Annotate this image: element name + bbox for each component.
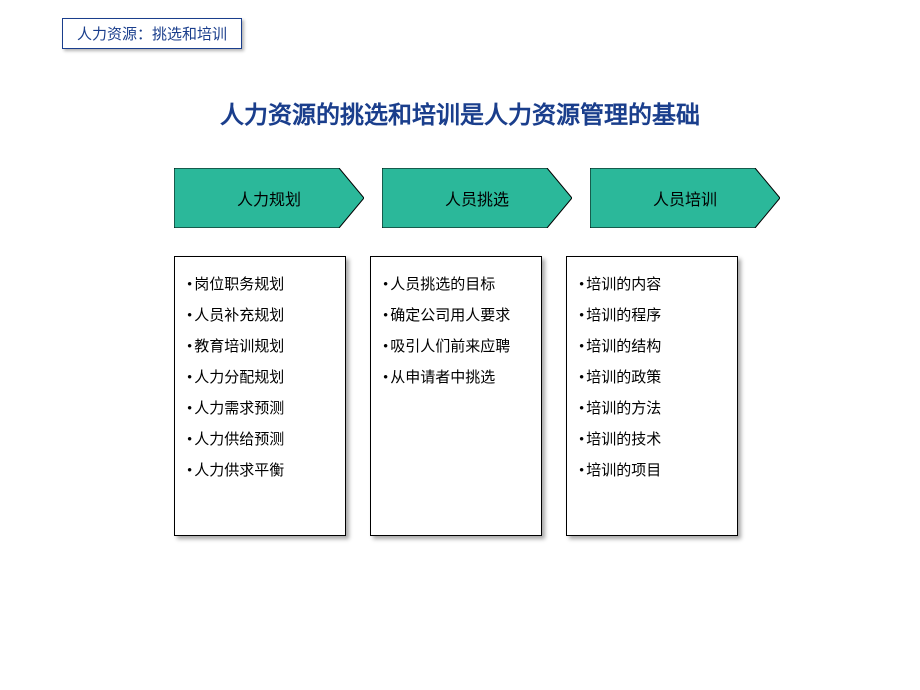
list-item: 岗位职务规划 <box>187 275 335 296</box>
list-item: 人力需求预测 <box>187 399 335 420</box>
list-item: 从申请者中挑选 <box>383 368 531 389</box>
list-item: 人员补充规划 <box>187 306 335 327</box>
list-item: 吸引人们前来应聘 <box>383 337 531 358</box>
chevron-step-2: 人员挑选 <box>382 168 572 228</box>
column-box-3: 培训的内容培训的程序培训的结构培训的政策培训的方法培训的技术培训的项目 <box>566 256 738 536</box>
list-item: 人力供给预测 <box>187 430 335 451</box>
list-item: 培训的政策 <box>579 368 727 389</box>
list-item: 培训的程序 <box>579 306 727 327</box>
item-list: 岗位职务规划人员补充规划教育培训规划人力分配规划人力需求预测人力供给预测人力供求… <box>187 275 335 482</box>
breadcrumb-text: 人力资源：挑选和培训 <box>77 27 227 43</box>
item-list: 培训的内容培训的程序培训的结构培训的政策培训的方法培训的技术培训的项目 <box>579 275 727 482</box>
breadcrumb-box: 人力资源：挑选和培训 <box>62 18 242 49</box>
list-item: 培训的内容 <box>579 275 727 296</box>
column-box-1: 岗位职务规划人员补充规划教育培训规划人力分配规划人力需求预测人力供给预测人力供求… <box>174 256 346 536</box>
page-title: 人力资源的挑选和培训是人力资源管理的基础 <box>0 95 920 130</box>
list-item: 人力分配规划 <box>187 368 335 389</box>
chevron-label: 人力规划 <box>237 186 301 210</box>
chevron-label: 人员培训 <box>653 186 717 210</box>
chevron-row: 人力规划 人员挑选 人员培训 <box>174 168 780 228</box>
column-box-2: 人员挑选的目标确定公司用人要求吸引人们前来应聘从申请者中挑选 <box>370 256 542 536</box>
list-item: 确定公司用人要求 <box>383 306 531 327</box>
item-list: 人员挑选的目标确定公司用人要求吸引人们前来应聘从申请者中挑选 <box>383 275 531 389</box>
list-item: 人员挑选的目标 <box>383 275 531 296</box>
list-item: 教育培训规划 <box>187 337 335 358</box>
list-item: 培训的结构 <box>579 337 727 358</box>
list-item: 人力供求平衡 <box>187 461 335 482</box>
chevron-label: 人员挑选 <box>445 186 509 210</box>
list-item: 培训的项目 <box>579 461 727 482</box>
list-item: 培训的方法 <box>579 399 727 420</box>
columns-row: 岗位职务规划人员补充规划教育培训规划人力分配规划人力需求预测人力供给预测人力供求… <box>174 256 738 536</box>
chevron-step-1: 人力规划 <box>174 168 364 228</box>
chevron-step-3: 人员培训 <box>590 168 780 228</box>
list-item: 培训的技术 <box>579 430 727 451</box>
